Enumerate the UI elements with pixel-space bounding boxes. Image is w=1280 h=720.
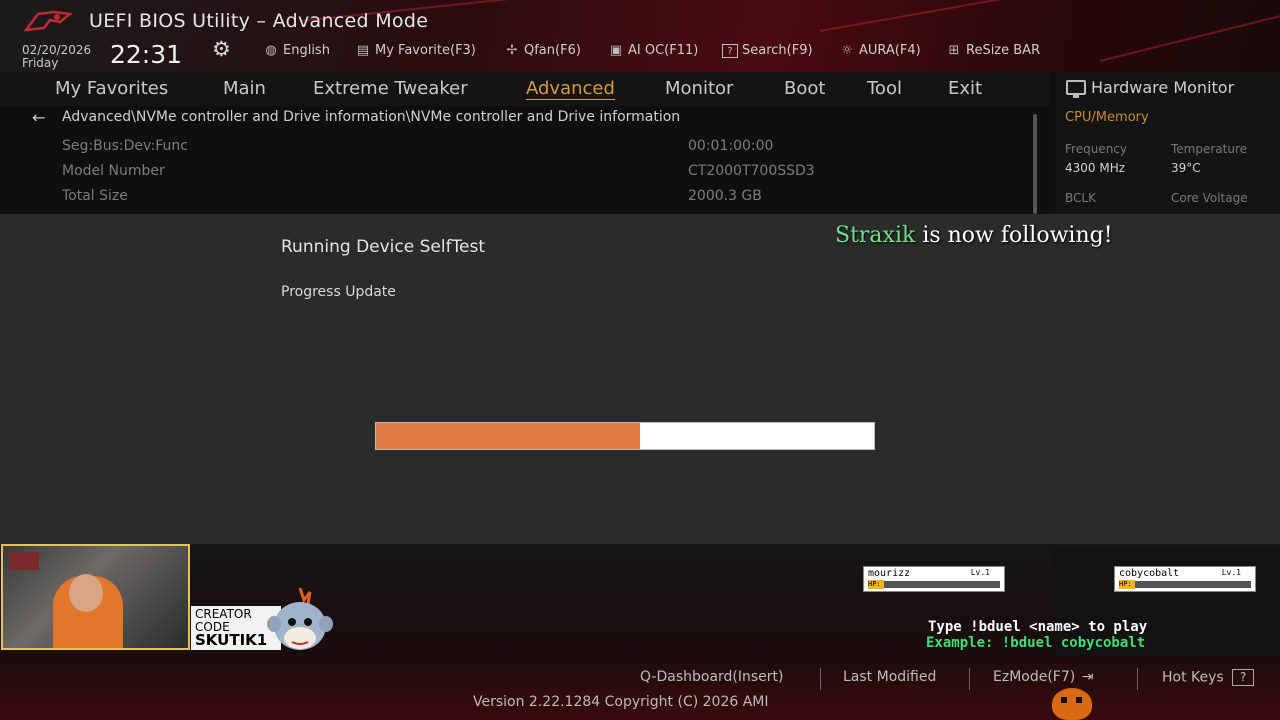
core-voltage-label: Core Voltage	[1171, 191, 1248, 205]
webcam-overlay	[1, 544, 190, 650]
total-size-value: 2000.3 GB	[688, 188, 762, 204]
dialog-title: Running Device SelfTest	[281, 237, 486, 257]
resize-bar-icon: ⊞	[948, 42, 960, 58]
pumpkin-icon	[1052, 688, 1092, 720]
ai-oc-button[interactable]: ▣ AI OC(F11)	[608, 42, 699, 58]
ai-oc-label: AI OC(F11)	[628, 43, 699, 58]
aura-icon: ☼	[841, 42, 853, 58]
ezmode-label: EzMode(F7)	[993, 669, 1076, 685]
my-favorite-button[interactable]: ▤ My Favorite(F3)	[355, 43, 476, 58]
dialog-subtitle: Progress Update	[281, 284, 396, 300]
day-text: Friday	[22, 56, 59, 70]
monitor-icon	[1066, 80, 1086, 98]
bduel-instructions: Type !bduel <name> to play	[928, 619, 1148, 635]
decor-streak	[1099, 11, 1280, 62]
frequency-label: Frequency	[1065, 142, 1127, 156]
ezmode-button[interactable]: EzMode(F7) ⇥	[993, 669, 1093, 685]
temperature-label: Temperature	[1171, 142, 1248, 156]
seg-bus-dev-func-label: Seg:Bus:Dev:Func	[62, 138, 188, 154]
decor-streak	[819, 0, 1116, 32]
date-display: 02/20/2026 Friday	[22, 44, 91, 70]
cpu-memory-section: CPU/Memory	[1065, 110, 1149, 125]
rog-logo-icon	[24, 10, 72, 32]
search-button[interactable]: ? Search(F9)	[722, 43, 813, 58]
progress-fill	[376, 423, 640, 449]
duel-hp-label: HP:	[1119, 580, 1135, 589]
duel-card-mourizz: mourizz Lv.1 HP:	[863, 566, 1005, 592]
hot-keys-label: Hot Keys	[1162, 669, 1224, 686]
duel-player-name: mourizz	[868, 568, 911, 579]
language-button[interactable]: ◍ English	[263, 43, 330, 58]
q-dashboard-button[interactable]: Q-Dashboard(Insert)	[640, 669, 784, 685]
resize-bar-button[interactable]: ⊞ ReSize BAR	[946, 42, 1041, 58]
bduel-example: Example: !bduel cobycobalt	[926, 635, 1146, 651]
footer-divider	[1137, 668, 1138, 690]
sock-monkey-mascot-icon	[267, 587, 333, 650]
window-title: UEFI BIOS Utility – Advanced Mode	[89, 10, 429, 32]
chip-icon: ▣	[609, 42, 623, 58]
globe-icon: ◍	[265, 42, 277, 58]
duel-player-level: Lv.1	[1221, 568, 1241, 577]
tab-boot[interactable]: Boot	[784, 78, 825, 99]
last-modified-button[interactable]: Last Modified	[843, 669, 936, 685]
bclk-label: BCLK	[1065, 191, 1096, 205]
duel-player-name: cobycobalt	[1119, 568, 1180, 579]
follower-name: Straxik	[835, 223, 916, 248]
aura-button[interactable]: ☼ AURA(F4)	[839, 43, 921, 58]
aura-label: AURA(F4)	[859, 43, 921, 58]
search-label: Search(F9)	[742, 43, 813, 58]
follow-notification: Straxik is now following!	[835, 223, 1113, 248]
settings-gear-icon[interactable]: ⚙	[212, 38, 234, 60]
frequency-value: 4300 MHz	[1065, 161, 1126, 175]
footer-divider	[969, 668, 970, 690]
my-favorite-label: My Favorite(F3)	[375, 43, 476, 58]
back-arrow-icon[interactable]: ←	[32, 108, 45, 127]
duel-hp-bar: HP:	[1119, 580, 1251, 589]
duel-hp-bar: HP:	[868, 580, 1000, 589]
search-icon: ?	[722, 43, 738, 58]
help-icon: ?	[1232, 669, 1255, 686]
version-text: Version 2.22.1284 Copyright (C) 2026 AMI	[473, 694, 769, 710]
footer-divider	[820, 668, 821, 690]
total-size-label: Total Size	[62, 188, 128, 204]
hardware-monitor-title: Hardware Monitor	[1091, 78, 1235, 97]
breadcrumb: Advanced\NVMe controller and Drive infor…	[62, 109, 681, 125]
tab-tool[interactable]: Tool	[867, 78, 902, 99]
tab-monitor[interactable]: Monitor	[665, 78, 733, 99]
duel-player-level: Lv.1	[970, 568, 990, 577]
selftest-progress-bar	[375, 422, 875, 450]
qfan-button[interactable]: ✢ Qfan(F6)	[504, 43, 581, 58]
selftest-dialog	[0, 214, 1280, 544]
tab-main[interactable]: Main	[223, 78, 266, 99]
webcam-background-sign	[9, 552, 39, 570]
language-label: English	[283, 43, 330, 58]
exit-arrow-icon: ⇥	[1081, 669, 1094, 685]
follow-text: is now following!	[915, 223, 1113, 248]
qfan-label: Qfan(F6)	[524, 43, 581, 58]
seg-bus-dev-func-value: 00:01:00:00	[688, 138, 774, 154]
tab-my-favorites[interactable]: My Favorites	[55, 78, 168, 99]
clock-time[interactable]: 22:31	[110, 40, 182, 69]
scrollbar[interactable]	[1033, 114, 1037, 214]
temperature-value: 39°C	[1171, 161, 1201, 175]
resize-bar-label: ReSize BAR	[966, 43, 1041, 58]
duel-card-cobycobalt: cobycobalt Lv.1 HP:	[1114, 566, 1256, 592]
duel-hp-label: HP:	[868, 580, 884, 589]
model-number-value: CT2000T700SSD3	[688, 163, 815, 179]
hot-keys-button[interactable]: Hot Keys ?	[1162, 669, 1255, 686]
tab-extreme-tweaker[interactable]: Extreme Tweaker	[313, 78, 468, 99]
favorite-icon: ▤	[356, 42, 370, 58]
webcam-person-head	[69, 574, 103, 612]
tab-advanced[interactable]: Advanced	[526, 78, 615, 100]
tab-exit[interactable]: Exit	[948, 78, 982, 99]
model-number-label: Model Number	[62, 163, 165, 179]
fan-icon: ✢	[506, 42, 518, 58]
